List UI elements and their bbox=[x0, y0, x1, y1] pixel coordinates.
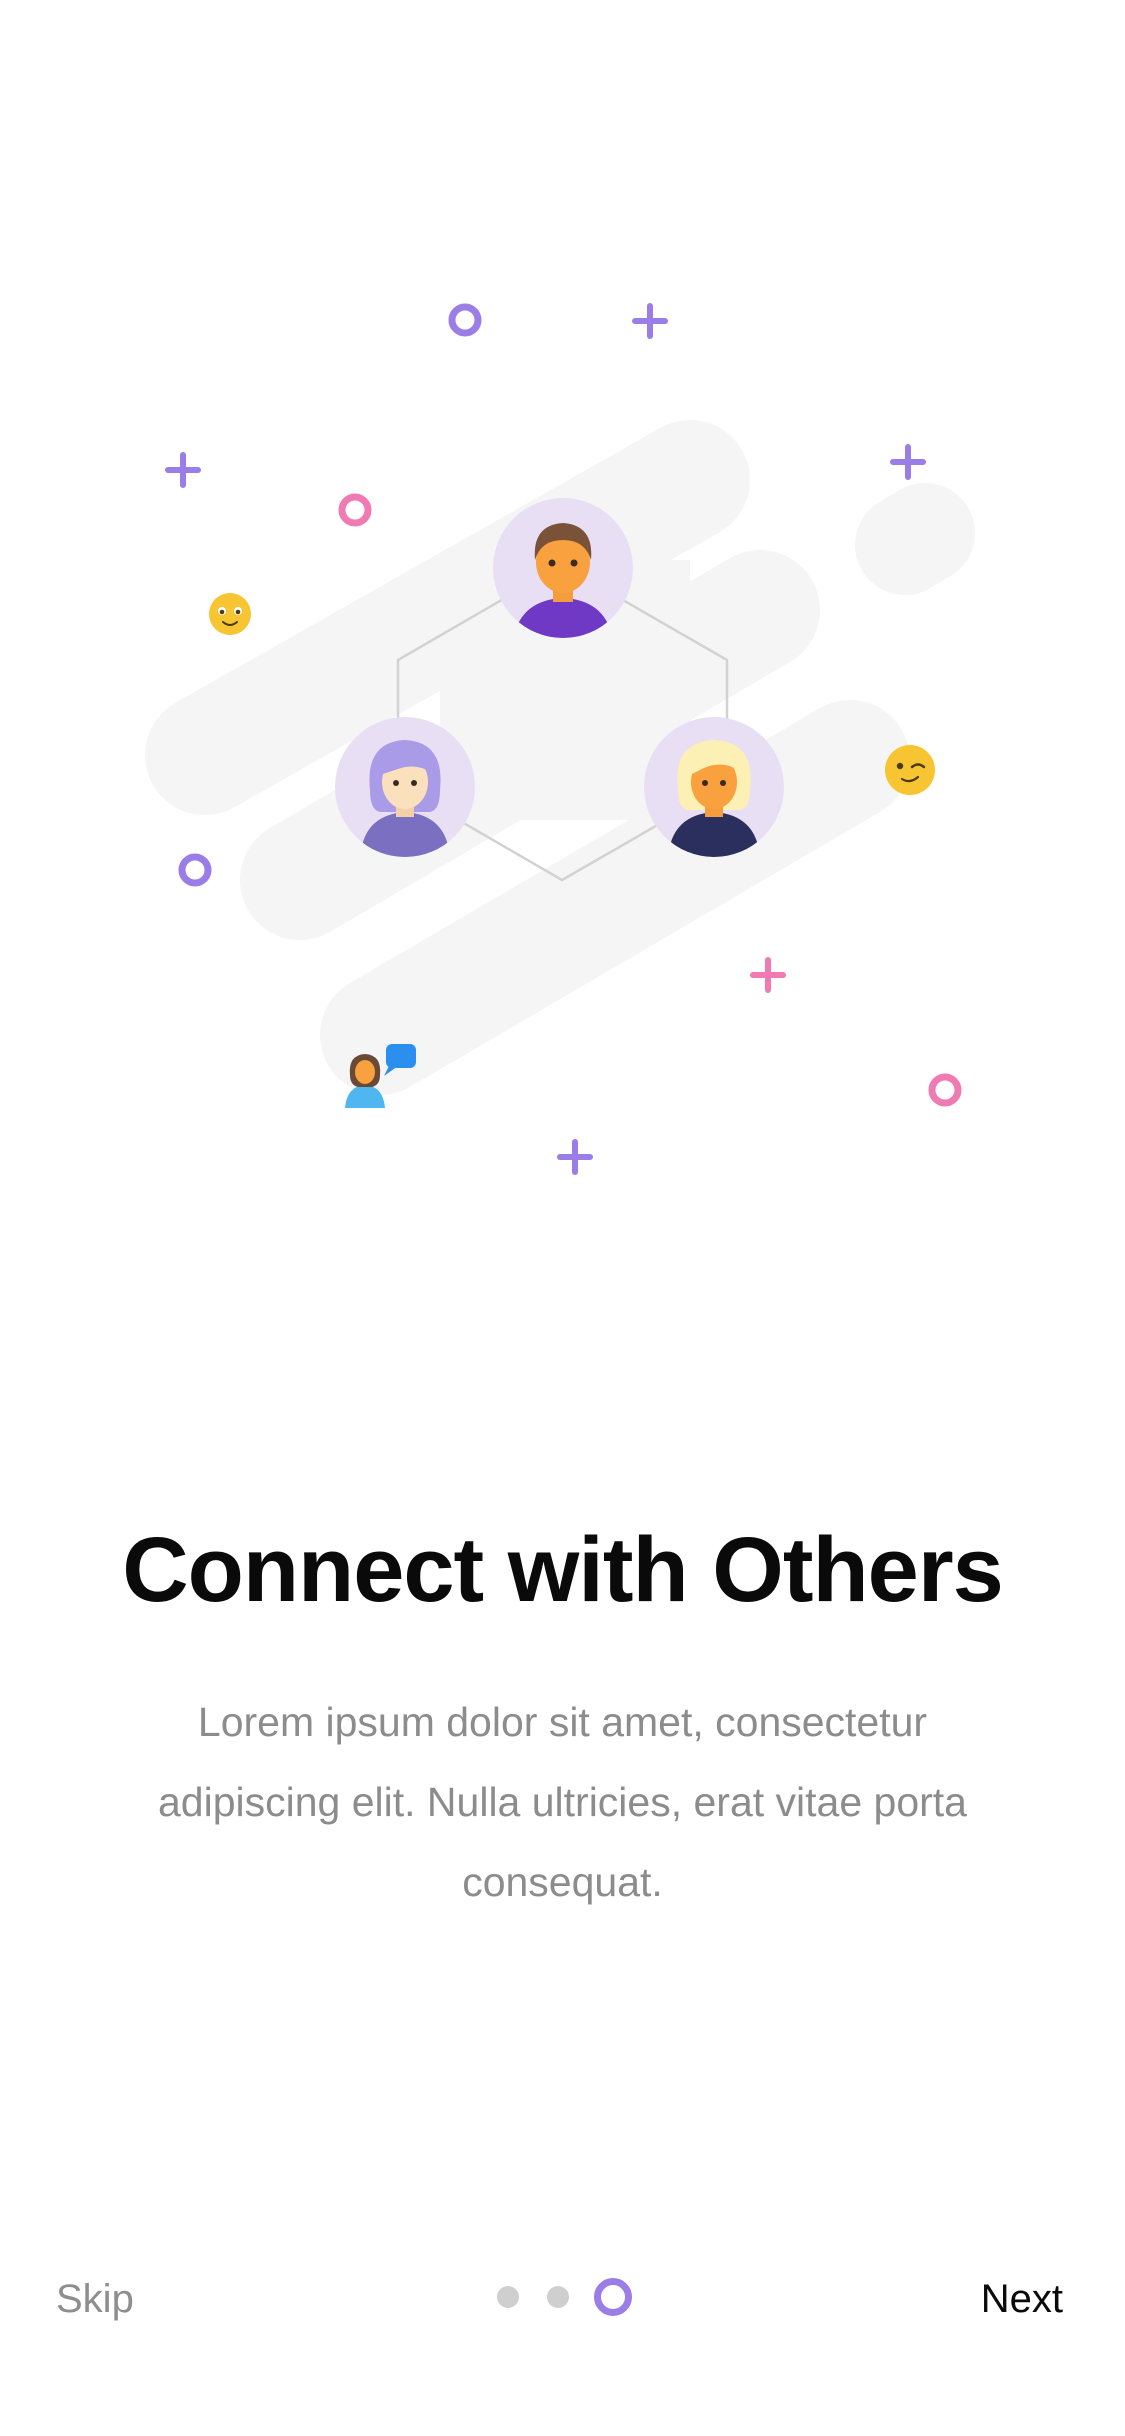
page-title: Connect with Others bbox=[122, 1519, 1004, 1621]
next-button[interactable]: Next bbox=[981, 2277, 1063, 2322]
page-dot-1[interactable] bbox=[497, 2286, 519, 2308]
page-indicator bbox=[0, 2255, 1125, 2345]
emoji-smile-icon bbox=[209, 593, 251, 635]
page-dot-2[interactable] bbox=[547, 2286, 569, 2308]
onboarding-illustration bbox=[145, 303, 975, 1175]
onboarding-footer: Skip Next bbox=[0, 2255, 1125, 2345]
emoji-wink-icon bbox=[885, 745, 935, 795]
page-dot-3-active[interactable] bbox=[594, 2278, 632, 2316]
page-description: Lorem ipsum dolor sit amet, consectetur … bbox=[158, 1699, 967, 1905]
